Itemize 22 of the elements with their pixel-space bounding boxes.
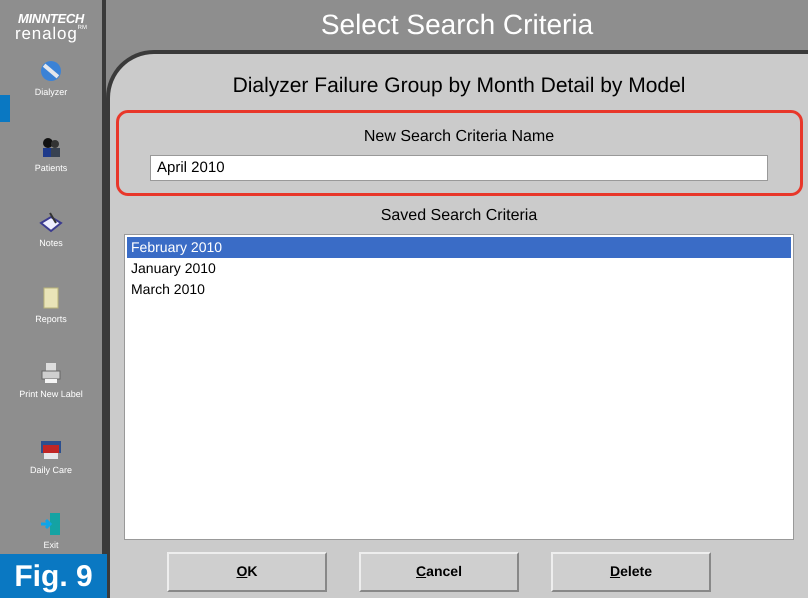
sidebar-item[interactable]: Dialyzer — [34, 58, 68, 100]
sidebar-item[interactable]: Daily Care — [30, 436, 72, 477]
sidebar-item[interactable]: Patients — [34, 134, 68, 175]
field-label: New Search Criteria Name — [364, 126, 554, 146]
dialog-button[interactable]: OK — [167, 552, 327, 592]
sidebar-item[interactable]: Notes — [38, 209, 64, 250]
input-field[interactable]: April 2010 — [150, 154, 768, 180]
brand-logo: MINNTECH — [18, 12, 84, 25]
sidebar-item[interactable]: Exit — [38, 511, 64, 552]
dialog-button[interactable]: Cancel — [359, 552, 519, 592]
product-logo: renalog — [14, 25, 78, 42]
list-item[interactable]: February 2010 — [127, 236, 791, 258]
window-title: Select Search Criteria — [320, 8, 594, 42]
figure-label: Fig. 9 — [0, 554, 107, 598]
list-item[interactable]: March 2010 — [127, 278, 791, 300]
dialog-button[interactable]: Delete — [551, 552, 711, 592]
list-item[interactable]: January 2010 — [127, 258, 791, 278]
list-label: Saved Search Criteria — [380, 206, 538, 226]
report-title: Dialyzer Failure Group by Month Detail by Model — [232, 73, 686, 99]
sidebar-item[interactable]: Reports — [35, 284, 67, 326]
sidebar-item[interactable]: Print New Label — [19, 360, 83, 402]
accent-bar — [0, 95, 10, 122]
